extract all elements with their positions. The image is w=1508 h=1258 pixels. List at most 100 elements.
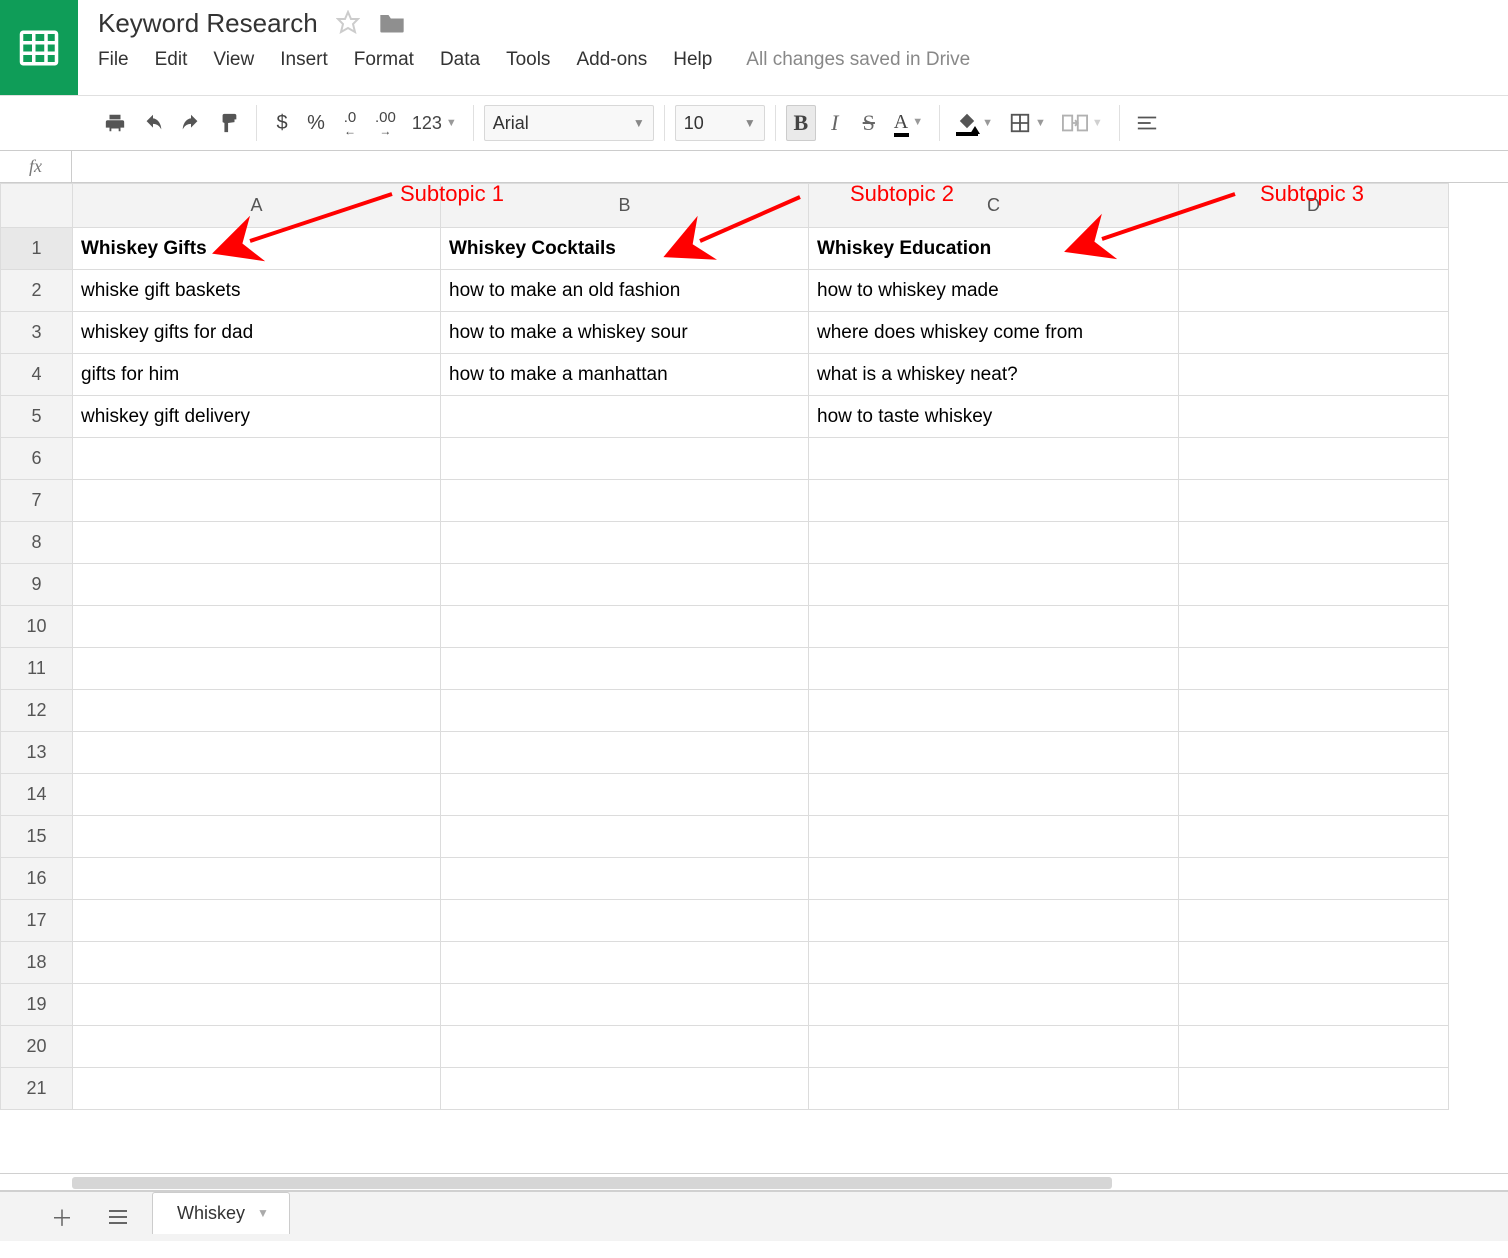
cell-C7[interactable]: [809, 480, 1179, 522]
cell-B17[interactable]: [441, 900, 809, 942]
cell-D21[interactable]: [1179, 1068, 1449, 1110]
cell-A18[interactable]: [73, 942, 441, 984]
fill-color-button[interactable]: ▼: [950, 105, 999, 141]
column-header-A[interactable]: A: [73, 184, 441, 228]
paint-format-button[interactable]: [212, 105, 246, 141]
row-header-20[interactable]: 20: [1, 1026, 73, 1068]
cell-B12[interactable]: [441, 690, 809, 732]
cell-C1[interactable]: Whiskey Education: [809, 228, 1179, 270]
cell-C18[interactable]: [809, 942, 1179, 984]
row-header-8[interactable]: 8: [1, 522, 73, 564]
cell-A14[interactable]: [73, 774, 441, 816]
formula-input[interactable]: [72, 151, 1508, 182]
cell-A1[interactable]: Whiskey Gifts: [73, 228, 441, 270]
cell-D14[interactable]: [1179, 774, 1449, 816]
more-formats-button[interactable]: 123▼: [406, 105, 463, 141]
row-header-15[interactable]: 15: [1, 816, 73, 858]
row-header-5[interactable]: 5: [1, 396, 73, 438]
cell-C9[interactable]: [809, 564, 1179, 606]
cell-B18[interactable]: [441, 942, 809, 984]
row-header-11[interactable]: 11: [1, 648, 73, 690]
cell-B9[interactable]: [441, 564, 809, 606]
cell-D1[interactable]: [1179, 228, 1449, 270]
cell-A21[interactable]: [73, 1068, 441, 1110]
cell-D15[interactable]: [1179, 816, 1449, 858]
text-color-button[interactable]: A▼: [888, 105, 929, 141]
cell-C20[interactable]: [809, 1026, 1179, 1068]
menu-addons[interactable]: Add-ons: [576, 49, 647, 71]
column-header-B[interactable]: B: [441, 184, 809, 228]
cell-C19[interactable]: [809, 984, 1179, 1026]
cell-B11[interactable]: [441, 648, 809, 690]
redo-button[interactable]: [174, 105, 208, 141]
cell-C12[interactable]: [809, 690, 1179, 732]
font-family-dropdown[interactable]: Arial▼: [484, 105, 654, 141]
cell-D16[interactable]: [1179, 858, 1449, 900]
cell-C2[interactable]: how to whiskey made: [809, 270, 1179, 312]
cell-D12[interactable]: [1179, 690, 1449, 732]
cell-B2[interactable]: how to make an old fashion: [441, 270, 809, 312]
all-sheets-button[interactable]: [96, 1197, 140, 1237]
row-header-13[interactable]: 13: [1, 732, 73, 774]
cell-D9[interactable]: [1179, 564, 1449, 606]
menu-tools[interactable]: Tools: [506, 49, 550, 71]
row-header-4[interactable]: 4: [1, 354, 73, 396]
menu-insert[interactable]: Insert: [280, 49, 328, 71]
undo-button[interactable]: [136, 105, 170, 141]
cell-D5[interactable]: [1179, 396, 1449, 438]
cell-D17[interactable]: [1179, 900, 1449, 942]
cell-D13[interactable]: [1179, 732, 1449, 774]
cell-D18[interactable]: [1179, 942, 1449, 984]
cell-A2[interactable]: whiske gift baskets: [73, 270, 441, 312]
font-size-dropdown[interactable]: 10▼: [675, 105, 765, 141]
row-header-1[interactable]: 1: [1, 228, 73, 270]
cell-B6[interactable]: [441, 438, 809, 480]
italic-button[interactable]: I: [820, 105, 850, 141]
cell-C10[interactable]: [809, 606, 1179, 648]
row-header-14[interactable]: 14: [1, 774, 73, 816]
percent-button[interactable]: %: [301, 105, 331, 141]
cell-B16[interactable]: [441, 858, 809, 900]
sheet-tab[interactable]: Whiskey ▼: [152, 1192, 290, 1234]
cell-A19[interactable]: [73, 984, 441, 1026]
cell-C6[interactable]: [809, 438, 1179, 480]
cell-B19[interactable]: [441, 984, 809, 1026]
cell-A16[interactable]: [73, 858, 441, 900]
folder-icon[interactable]: [378, 10, 406, 37]
row-header-12[interactable]: 12: [1, 690, 73, 732]
sheet-table[interactable]: ABCD1Whiskey GiftsWhiskey CocktailsWhisk…: [0, 183, 1449, 1110]
bold-button[interactable]: B: [786, 105, 816, 141]
cell-A15[interactable]: [73, 816, 441, 858]
merge-cells-button[interactable]: ▼: [1056, 105, 1109, 141]
cell-A5[interactable]: whiskey gift delivery: [73, 396, 441, 438]
cell-A8[interactable]: [73, 522, 441, 564]
document-title[interactable]: Keyword Research: [98, 8, 318, 39]
cell-C8[interactable]: [809, 522, 1179, 564]
cell-C5[interactable]: how to taste whiskey: [809, 396, 1179, 438]
cell-C3[interactable]: where does whiskey come from: [809, 312, 1179, 354]
cell-C17[interactable]: [809, 900, 1179, 942]
cell-A13[interactable]: [73, 732, 441, 774]
cell-D3[interactable]: [1179, 312, 1449, 354]
cell-B3[interactable]: how to make a whiskey sour: [441, 312, 809, 354]
cell-B8[interactable]: [441, 522, 809, 564]
cell-C13[interactable]: [809, 732, 1179, 774]
cell-A20[interactable]: [73, 1026, 441, 1068]
cell-B4[interactable]: how to make a manhattan: [441, 354, 809, 396]
horizontal-align-button[interactable]: [1130, 105, 1164, 141]
cell-A12[interactable]: [73, 690, 441, 732]
select-all-corner[interactable]: [1, 184, 73, 228]
print-button[interactable]: [98, 105, 132, 141]
cell-A7[interactable]: [73, 480, 441, 522]
currency-button[interactable]: $: [267, 105, 297, 141]
row-header-3[interactable]: 3: [1, 312, 73, 354]
row-header-19[interactable]: 19: [1, 984, 73, 1026]
sheets-logo[interactable]: [0, 0, 78, 95]
horizontal-scrollbar[interactable]: [0, 1173, 1508, 1191]
cell-D20[interactable]: [1179, 1026, 1449, 1068]
cell-C21[interactable]: [809, 1068, 1179, 1110]
cell-C16[interactable]: [809, 858, 1179, 900]
cell-B15[interactable]: [441, 816, 809, 858]
column-header-C[interactable]: C: [809, 184, 1179, 228]
cell-D6[interactable]: [1179, 438, 1449, 480]
